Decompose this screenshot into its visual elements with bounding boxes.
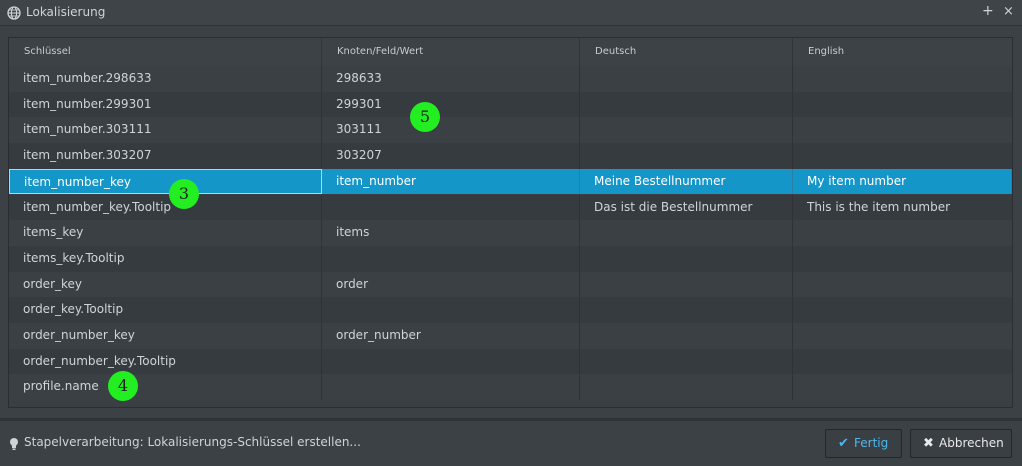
german-cell[interactable] [580,143,793,169]
cancel-button[interactable]: ✖ Abbrechen [910,429,1012,458]
globe-icon [7,6,21,20]
german-cell[interactable] [580,348,793,375]
column-header-key[interactable]: Schlüssel [9,38,322,66]
node-cell[interactable] [322,348,580,375]
german-cell[interactable] [580,374,793,401]
node-cell[interactable] [322,194,580,221]
node-cell[interactable]: item_number [322,168,580,195]
english-cell[interactable] [793,220,1012,246]
lightbulb-icon [10,438,18,450]
german-cell[interactable] [580,220,793,246]
english-cell[interactable] [793,349,1012,375]
node-cell[interactable]: items [322,220,580,246]
node-cell[interactable]: order_number [322,323,580,349]
check-icon: ✔ [838,436,849,451]
key-cell[interactable]: item_number.299301 [9,91,322,118]
node-cell[interactable] [322,374,580,401]
german-cell[interactable] [580,117,793,144]
marker-3: 3 [169,179,199,209]
table-row[interactable]: items_key.Tooltip [9,245,1012,272]
english-cell[interactable] [793,374,1012,400]
english-cell[interactable] [793,297,1012,323]
node-cell[interactable]: 303111 [322,117,580,144]
table-row[interactable]: item_number.298633 298633 [9,66,1012,92]
table-row[interactable]: item_number_key.Tooltip Das ist die Beste… [9,194,1012,221]
column-header-german[interactable]: Deutsch [580,38,793,66]
german-cell[interactable] [580,91,793,118]
german-cell[interactable] [580,245,793,272]
english-cell[interactable] [793,323,1012,349]
key-cell[interactable]: item_number.303111 [9,117,322,144]
table-row[interactable]: order_key.Tooltip [9,297,1012,323]
table-row[interactable]: item_number.303207 303207 [9,143,1012,169]
footer: Stapelverarbeitung: Lokalisierungs-Schlü… [0,421,1022,466]
status-text: Stapelverarbeitung: Lokalisierungs-Schlü… [24,435,361,449]
english-cell[interactable] [793,272,1012,298]
key-cell[interactable]: item_number.298633 [9,66,322,92]
key-cell[interactable]: items_key [9,220,322,246]
key-cell[interactable]: items_key.Tooltip [9,245,322,272]
table-row[interactable]: item_number.303111 303111 [9,117,1012,144]
node-cell[interactable] [322,245,580,272]
window-title: Lokalisierung [26,5,106,19]
key-cell[interactable]: order_number_key [9,323,322,349]
done-button-label: Fertig [854,436,889,450]
english-cell[interactable] [793,143,1012,169]
key-cell[interactable]: item_number_key [9,168,322,195]
key-cell[interactable]: order_number_key.Tooltip [9,348,322,375]
table-row[interactable]: item_number.299301 299301 [9,91,1012,118]
german-cell[interactable] [580,323,793,349]
x-icon: ✖ [923,436,934,451]
node-cell[interactable]: order [322,271,580,298]
marker-4: 4 [108,371,138,401]
english-cell[interactable] [793,92,1012,118]
table-row[interactable]: order_key order [9,271,1012,298]
node-cell[interactable] [322,297,580,323]
table-row[interactable]: profile.name [9,374,1012,401]
localization-table[interactable]: Schlüssel Knoten/Feld/Wert Deutsch Engli… [8,37,1013,408]
done-button[interactable]: ✔ Fertig [825,429,902,458]
table-row[interactable]: items_key items [9,220,1012,246]
add-icon[interactable]: + [982,3,994,19]
column-header-english[interactable]: English [793,38,1012,66]
table-row[interactable]: item_number_key item_number Meine Bestelln… [9,168,1012,195]
cancel-button-label: Abbrechen [939,436,1004,450]
node-cell[interactable]: 298633 [322,66,580,92]
english-cell[interactable] [793,246,1012,272]
node-cell[interactable]: 303207 [322,143,580,169]
key-cell[interactable]: item_number.303207 [9,143,322,169]
close-icon[interactable]: × [1003,4,1014,19]
german-cell[interactable] [580,271,793,298]
column-header-node[interactable]: Knoten/Feld/Wert [322,38,580,66]
english-cell[interactable] [793,117,1012,143]
key-cell[interactable]: order_key [9,271,322,298]
key-cell[interactable]: order_key.Tooltip [9,297,322,323]
english-cell[interactable]: This is the item number [793,195,1012,221]
german-cell[interactable]: Meine Bestellnummer [580,168,793,195]
german-cell[interactable] [580,66,793,92]
key-cell[interactable]: profile.name [9,374,322,401]
german-cell[interactable]: Das ist die Bestellnummer [580,194,793,221]
marker-5: 5 [410,102,440,132]
english-cell[interactable] [793,66,1012,92]
table-row[interactable]: order_number_key order_number [9,323,1012,349]
english-cell[interactable]: My item number [793,168,1012,195]
title-bar: Lokalisierung + × [0,0,1022,26]
table-header: Schlüssel Knoten/Feld/Wert Deutsch Engli… [9,38,1012,67]
key-cell[interactable]: item_number_key.Tooltip [9,194,322,221]
node-cell[interactable]: 299301 [322,91,580,118]
german-cell[interactable] [580,297,793,323]
table-row[interactable]: order_number_key.Tooltip [9,348,1012,375]
